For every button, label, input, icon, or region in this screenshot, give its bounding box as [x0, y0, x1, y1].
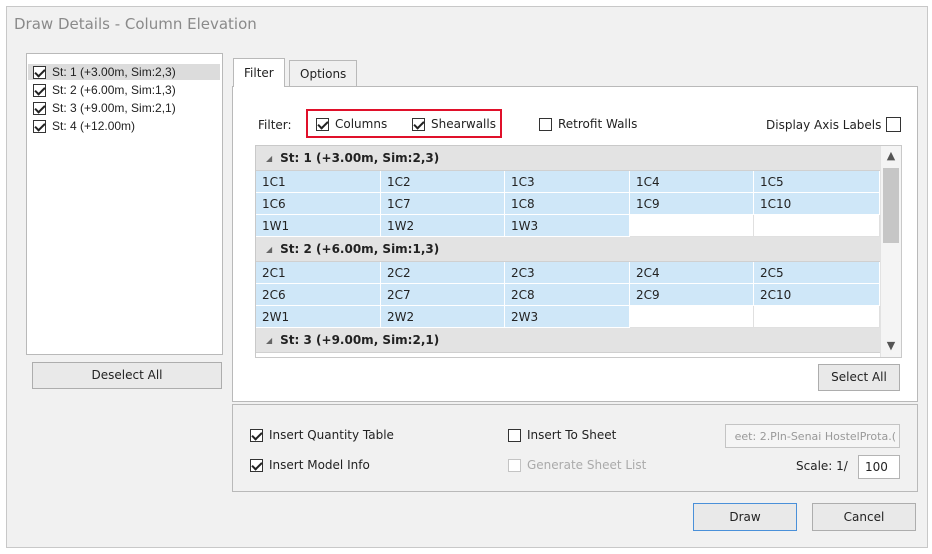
table-row: 1W1 1W2 1W3	[256, 215, 880, 237]
output-options-panel	[232, 404, 918, 492]
sheet-selector-field[interactable]: eet: 2.Pln-Senai HostelProta.(	[725, 424, 900, 448]
insert-quantity-table-label: Insert Quantity Table	[269, 428, 394, 442]
generate-sheet-list-label: Generate Sheet List	[527, 458, 647, 472]
grid-cell[interactable]: 2C5	[754, 262, 880, 284]
grid-cell[interactable]: 1C1	[256, 171, 381, 193]
grid-cell[interactable]: 1C5	[754, 171, 880, 193]
grid-cell[interactable]: 2C10	[754, 284, 880, 306]
grid-cell-empty	[630, 306, 754, 328]
story-checkbox[interactable]	[33, 65, 46, 79]
group-header[interactable]: ◢ St: 1 (+3.00m, Sim:2,3)	[256, 146, 880, 171]
select-all-button[interactable]: Select All	[818, 364, 900, 391]
columns-label: Columns	[335, 117, 388, 131]
scale-label: Scale: 1/	[796, 459, 848, 473]
scroll-up-icon[interactable]: ▲	[881, 149, 901, 162]
story-list[interactable]: St: 1 (+3.00m, Sim:2,3) St: 2 (+6.00m, S…	[26, 53, 223, 355]
table-row: 2W1 2W2 2W3	[256, 306, 880, 328]
table-row: 2C1 2C2 2C3 2C4 2C5	[256, 262, 880, 284]
grid-cell[interactable]: 1C6	[256, 193, 381, 215]
group-header-label: St: 3 (+9.00m, Sim:2,1)	[280, 333, 440, 347]
retrofit-walls-checkbox[interactable]	[539, 117, 552, 131]
grid-cell[interactable]: 2C7	[381, 284, 505, 306]
group-header[interactable]: ◢ St: 3 (+9.00m, Sim:2,1)	[256, 328, 880, 353]
grid-cell[interactable]: 1C4	[630, 171, 754, 193]
generate-sheet-list-group: Generate Sheet List	[508, 458, 646, 472]
dialog-title: Draw Details - Column Elevation	[14, 15, 257, 33]
group-header-label: St: 1 (+3.00m, Sim:2,3)	[280, 151, 440, 165]
grid-cell[interactable]: 1W1	[256, 215, 381, 237]
story-item[interactable]: St: 1 (+3.00m, Sim:2,3)	[28, 64, 220, 80]
grid-cell[interactable]: 2C8	[505, 284, 630, 306]
scroll-thumb[interactable]	[883, 168, 899, 243]
cancel-button[interactable]: Cancel	[812, 503, 916, 531]
story-label: St: 3 (+9.00m, Sim:2,1)	[52, 101, 176, 115]
grid-cell[interactable]: 1C10	[754, 193, 880, 215]
story-label: St: 2 (+6.00m, Sim:1,3)	[52, 83, 176, 97]
display-axis-labels-checkbox[interactable]	[886, 117, 902, 132]
story-item[interactable]: St: 3 (+9.00m, Sim:2,1)	[33, 100, 176, 116]
insert-model-info-label: Insert Model Info	[269, 458, 370, 472]
story-checkbox[interactable]	[33, 119, 46, 133]
grid-cell[interactable]: 1C9	[630, 193, 754, 215]
insert-to-sheet-group[interactable]: Insert To Sheet	[508, 428, 616, 442]
generate-sheet-list-checkbox	[508, 458, 521, 472]
grid-cell[interactable]: 2W3	[505, 306, 630, 328]
grid-cell[interactable]: 2C2	[381, 262, 505, 284]
grid-cell[interactable]: 1C8	[505, 193, 630, 215]
group-header-label: St: 2 (+6.00m, Sim:1,3)	[280, 242, 440, 256]
story-item[interactable]: St: 2 (+6.00m, Sim:1,3)	[33, 82, 176, 98]
shearwalls-label: Shearwalls	[431, 117, 496, 131]
scroll-down-icon[interactable]: ▼	[881, 339, 901, 352]
collapse-triangle-icon[interactable]: ◢	[266, 154, 272, 163]
shearwalls-checkbox-group[interactable]: Shearwalls	[412, 117, 496, 131]
grid-cell[interactable]: 2C6	[256, 284, 381, 306]
grid-cell[interactable]: 1C3	[505, 171, 630, 193]
story-label: St: 4 (+12.00m)	[52, 119, 136, 133]
deselect-all-button[interactable]: Deselect All	[32, 362, 222, 389]
filter-label: Filter:	[258, 118, 292, 132]
draw-button[interactable]: Draw	[693, 503, 797, 531]
collapse-triangle-icon[interactable]: ◢	[266, 245, 272, 254]
insert-model-info-checkbox[interactable]	[250, 458, 263, 472]
grid-cell-empty	[754, 306, 880, 328]
grid-cell[interactable]: 1C7	[381, 193, 505, 215]
shearwalls-checkbox[interactable]	[412, 117, 425, 131]
grid-cell-empty	[754, 215, 880, 237]
insert-to-sheet-checkbox[interactable]	[508, 428, 521, 442]
story-checkbox[interactable]	[33, 101, 46, 115]
story-label: St: 1 (+3.00m, Sim:2,3)	[52, 65, 176, 79]
grid-cell[interactable]: 2C3	[505, 262, 630, 284]
insert-quantity-table-group[interactable]: Insert Quantity Table	[250, 428, 394, 442]
columns-checkbox[interactable]	[316, 117, 329, 131]
grid-cell[interactable]: 1C2	[381, 171, 505, 193]
group-header[interactable]: ◢ St: 2 (+6.00m, Sim:1,3)	[256, 237, 880, 262]
grid-cell[interactable]: 2W2	[381, 306, 505, 328]
table-row: 2C6 2C7 2C8 2C9 2C10	[256, 284, 880, 306]
table-row: 1C6 1C7 1C8 1C9 1C10	[256, 193, 880, 215]
grid-cell[interactable]: 2C1	[256, 262, 381, 284]
display-axis-labels-group[interactable]: Display Axis Labels	[766, 117, 902, 132]
grid-cell[interactable]: 2C4	[630, 262, 754, 284]
story-checkbox[interactable]	[33, 83, 46, 97]
columns-checkbox-group[interactable]: Columns	[316, 117, 387, 131]
scale-input[interactable]: 100	[858, 455, 900, 479]
grid-cell[interactable]: 1W3	[505, 215, 630, 237]
tab-options[interactable]: Options	[289, 60, 358, 87]
tab-filter[interactable]: Filter	[233, 58, 285, 87]
display-axis-labels-label: Display Axis Labels	[766, 117, 882, 132]
insert-quantity-table-checkbox[interactable]	[250, 428, 263, 442]
retrofit-walls-checkbox-group[interactable]: Retrofit Walls	[539, 117, 637, 131]
grid-cell-empty	[630, 215, 754, 237]
grid-cell[interactable]: 2W1	[256, 306, 381, 328]
collapse-triangle-icon[interactable]: ◢	[266, 336, 272, 345]
story-item[interactable]: St: 4 (+12.00m)	[33, 118, 135, 134]
grid-scrollbar[interactable]: ▲ ▼	[880, 146, 901, 357]
retrofit-walls-label: Retrofit Walls	[558, 117, 638, 131]
member-grid[interactable]: ◢ St: 1 (+3.00m, Sim:2,3) 1C1 1C2 1C3 1C…	[255, 145, 902, 358]
table-row: 1C1 1C2 1C3 1C4 1C5	[256, 171, 880, 193]
grid-cell[interactable]: 1W2	[381, 215, 505, 237]
grid-cell[interactable]: 2C9	[630, 284, 754, 306]
insert-to-sheet-label: Insert To Sheet	[527, 428, 617, 442]
insert-model-info-group[interactable]: Insert Model Info	[250, 458, 370, 472]
